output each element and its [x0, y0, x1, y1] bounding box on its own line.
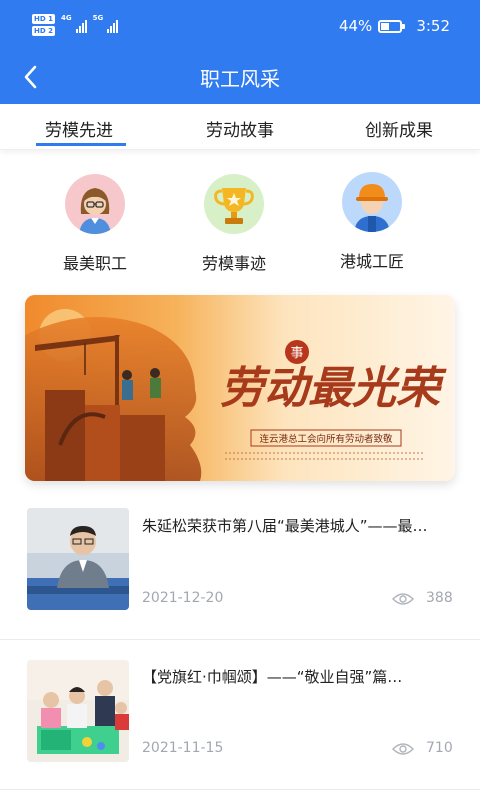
- signal-bars-icon-2: [107, 17, 119, 33]
- banner-headline: 劳动最光荣: [220, 363, 447, 414]
- news-headline: 朱延松荣获市第八届“最美港城人”——最…: [142, 517, 428, 535]
- banner-subtitle: 连云港总工会向所有劳动者致敬: [259, 433, 393, 445]
- eye-icon: [392, 743, 414, 755]
- battery-percent: 44%: [338, 17, 373, 35]
- network-type-2: 5G: [92, 14, 104, 22]
- active-tab-indicator: [36, 143, 126, 146]
- category-label: 最美职工: [62, 254, 127, 273]
- banner-badge: 事: [290, 346, 303, 361]
- news-thumbnail: [27, 660, 129, 762]
- hd-badges: HD 1 HD 2: [32, 14, 55, 36]
- network-type-1: 4G: [60, 14, 72, 22]
- hd1-badge: HD 1: [32, 14, 55, 24]
- status-bar: HD 1 HD 2 4G 5G 44% 3:52: [0, 0, 480, 52]
- signal-bars-icon: [75, 17, 87, 33]
- view-count: 388: [426, 590, 453, 606]
- news-headline: 【党旗红·巾帼颂】——“敬业自强”篇…: [142, 668, 403, 686]
- view-count: 710: [426, 740, 453, 756]
- list-item[interactable]: 朱延松荣获市第八届“最美港城人”——最… 2021-12-20 388: [0, 490, 480, 640]
- category-port-craftsmen[interactable]: 港城工匠: [317, 172, 427, 272]
- signal-group: HD 1 HD 2 4G 5G: [32, 14, 119, 36]
- list-item[interactable]: 【党旗红·巾帼颂】——“敬业自强”篇… 2021-11-15 710: [0, 640, 480, 790]
- category-row: 最美职工 劳模事迹 港城工匠: [0, 170, 480, 280]
- navbar: 职工风采: [0, 52, 480, 104]
- tab-labor-models[interactable]: 劳模先进: [45, 116, 113, 141]
- news-date: 2021-11-15: [142, 740, 224, 756]
- tab-innovation[interactable]: 创新成果: [365, 116, 433, 141]
- news-date: 2021-12-20: [142, 590, 224, 606]
- app-header: HD 1 HD 2 4G 5G 44% 3:52 职工风采: [0, 0, 480, 104]
- hardhat-worker-avatar-icon: [342, 172, 402, 232]
- category-label: 港城工匠: [339, 252, 404, 271]
- page-title: 职工风采: [200, 67, 280, 91]
- status-right: 44% 3:52: [339, 17, 450, 35]
- promo-banner[interactable]: 事 劳动最光荣 连云港总工会向所有劳动者致敬: [25, 295, 455, 481]
- category-best-workers[interactable]: 最美职工: [40, 174, 150, 274]
- female-worker-avatar-icon: [65, 174, 125, 234]
- hd2-badge: HD 2: [32, 26, 55, 36]
- tab-labor-stories[interactable]: 劳动故事: [206, 116, 274, 141]
- eye-icon: [392, 593, 414, 605]
- news-thumbnail: [27, 508, 129, 610]
- category-label: 劳模事迹: [201, 254, 266, 273]
- category-model-deeds[interactable]: 劳模事迹: [179, 174, 289, 274]
- trophy-icon: [204, 174, 264, 234]
- labor-banner-illustration: 事 劳动最光荣 连云港总工会向所有劳动者致敬: [25, 295, 455, 481]
- clock: 3:52: [416, 17, 450, 35]
- battery-icon: [378, 19, 406, 33]
